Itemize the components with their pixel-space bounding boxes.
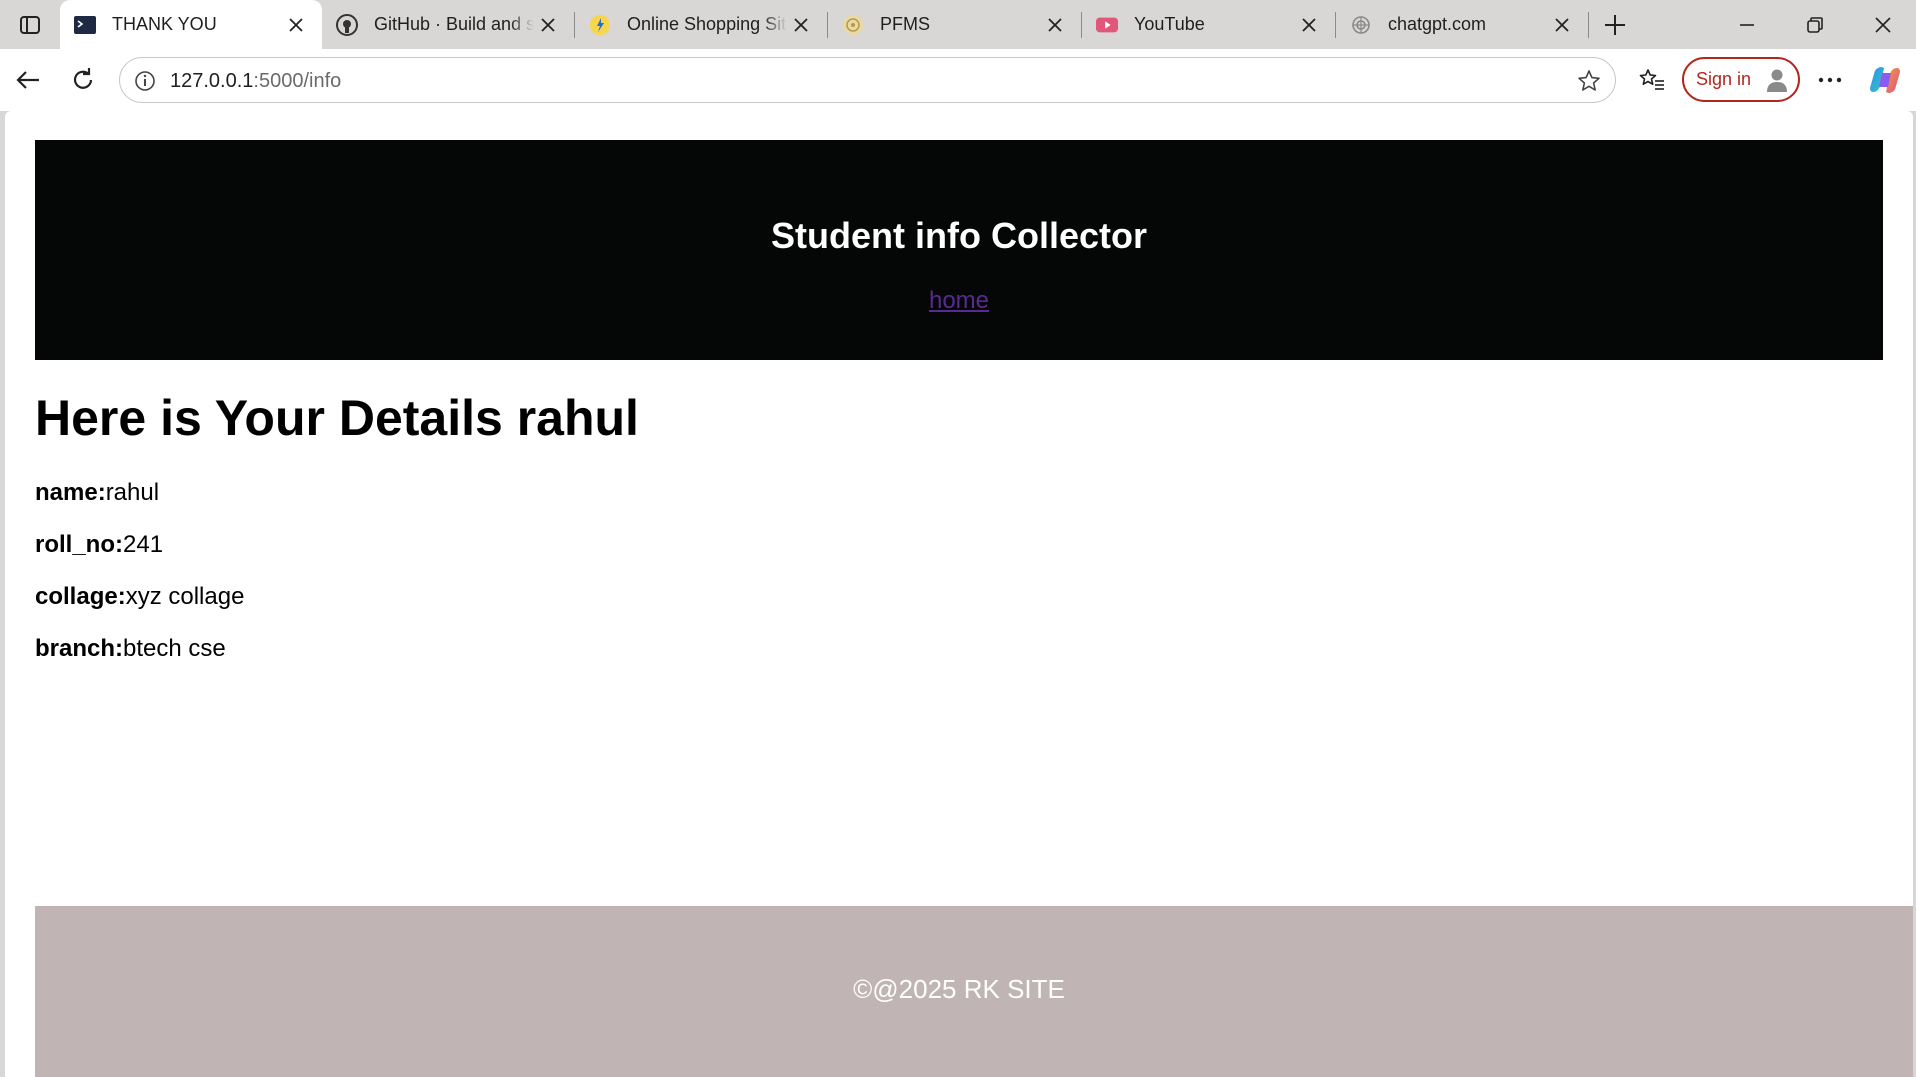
close-window-icon[interactable] xyxy=(1849,0,1916,49)
browser-toolbar: 127.0.0.1:5000/info Sign in xyxy=(0,49,1916,111)
tab-chatgpt[interactable]: chatgpt.com xyxy=(1336,0,1588,49)
field-branch: branch:btech cse xyxy=(35,635,226,663)
sign-in-button[interactable]: Sign in xyxy=(1682,57,1800,102)
field-key: name: xyxy=(35,479,106,506)
home-link[interactable]: home xyxy=(35,287,1883,315)
site-info-icon[interactable] xyxy=(132,68,158,94)
field-roll-no: roll_no:241 xyxy=(35,531,163,559)
tab-title: THANK YOU xyxy=(112,14,217,34)
tab-title: GitHub · Build and ship software xyxy=(374,14,534,34)
site-footer: ©@2025 RK SITE xyxy=(35,906,1913,1077)
tab-separator xyxy=(1588,12,1589,38)
sign-in-label: Sign in xyxy=(1696,69,1752,89)
favorites-icon[interactable] xyxy=(1634,62,1670,98)
field-key: collage: xyxy=(35,583,126,610)
field-value: rahul xyxy=(105,479,160,506)
url-text: 127.0.0.1:5000/info xyxy=(170,70,341,93)
back-arrow-icon[interactable] xyxy=(10,62,46,98)
close-tab-icon[interactable] xyxy=(282,11,310,39)
close-tab-icon[interactable] xyxy=(534,11,562,39)
tab-title: YouTube xyxy=(1134,14,1205,34)
restore-icon[interactable] xyxy=(1781,0,1849,49)
site-title: Student info Collector xyxy=(771,215,1147,256)
close-tab-icon[interactable] xyxy=(1041,11,1069,39)
tab-online-shopping[interactable]: Online Shopping Site xyxy=(575,0,827,49)
field-collage: collage:xyz collage xyxy=(35,583,244,611)
field-value: 241 xyxy=(123,531,164,558)
copilot-icon[interactable] xyxy=(1867,62,1903,98)
url-host: 127.0.0.1 xyxy=(170,70,254,92)
tab-thank-you[interactable]: THANK YOU xyxy=(60,0,322,49)
tab-youtube[interactable]: YouTube xyxy=(1082,0,1335,49)
close-tab-icon[interactable] xyxy=(1295,11,1323,39)
field-key: branch: xyxy=(35,635,124,662)
new-tab-icon[interactable] xyxy=(1598,8,1632,42)
flipkart-icon xyxy=(589,14,611,36)
profile-avatar-icon xyxy=(1762,65,1792,95)
address-bar[interactable]: 127.0.0.1:5000/info xyxy=(119,57,1616,103)
page-body: Student info Collector home Here is Your… xyxy=(35,140,1913,1077)
tab-github[interactable]: GitHub · Build and ship software xyxy=(322,0,574,49)
openai-icon xyxy=(1350,14,1372,36)
field-name: name:rahul xyxy=(35,479,159,507)
details-heading: Here is Your Details rahul xyxy=(35,390,639,446)
tab-actions-icon[interactable] xyxy=(12,10,48,40)
tab-strip: THANK YOU GitHub · Build and ship softwa… xyxy=(0,0,1916,49)
favorite-star-icon[interactable] xyxy=(1575,67,1603,95)
reload-icon[interactable] xyxy=(65,62,101,98)
tab-title: Online Shopping Site xyxy=(627,14,787,34)
url-path: :5000/info xyxy=(253,70,342,92)
site-header: Student info Collector home xyxy=(35,140,1883,360)
tab-title: PFMS xyxy=(880,14,931,34)
youtube-icon xyxy=(1096,14,1118,36)
close-tab-icon[interactable] xyxy=(787,11,815,39)
minimize-icon[interactable] xyxy=(1713,0,1781,49)
github-icon xyxy=(336,13,358,36)
field-value: btech cse xyxy=(123,635,226,662)
pfms-emblem-icon xyxy=(842,14,864,36)
close-tab-icon[interactable] xyxy=(1548,11,1576,39)
footer-copyright: ©@2025 RK SITE xyxy=(853,974,1065,1004)
tab-title: chatgpt.com xyxy=(1388,14,1487,34)
tab-pfms[interactable]: PFMS xyxy=(828,0,1081,49)
page-viewport: Student info Collector home Here is Your… xyxy=(5,111,1913,1077)
field-key: roll_no: xyxy=(35,531,123,558)
more-options-icon[interactable] xyxy=(1812,62,1848,98)
terminal-app-icon xyxy=(74,14,96,36)
field-value: xyz collage xyxy=(125,583,245,610)
